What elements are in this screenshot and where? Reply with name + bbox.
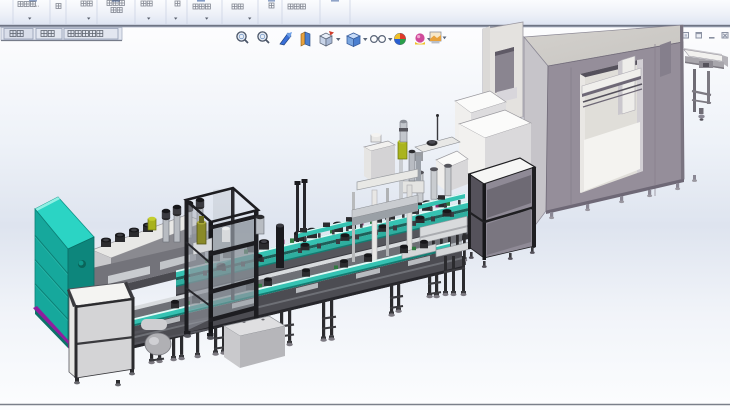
svg-text:...: ... <box>34 3 39 9</box>
